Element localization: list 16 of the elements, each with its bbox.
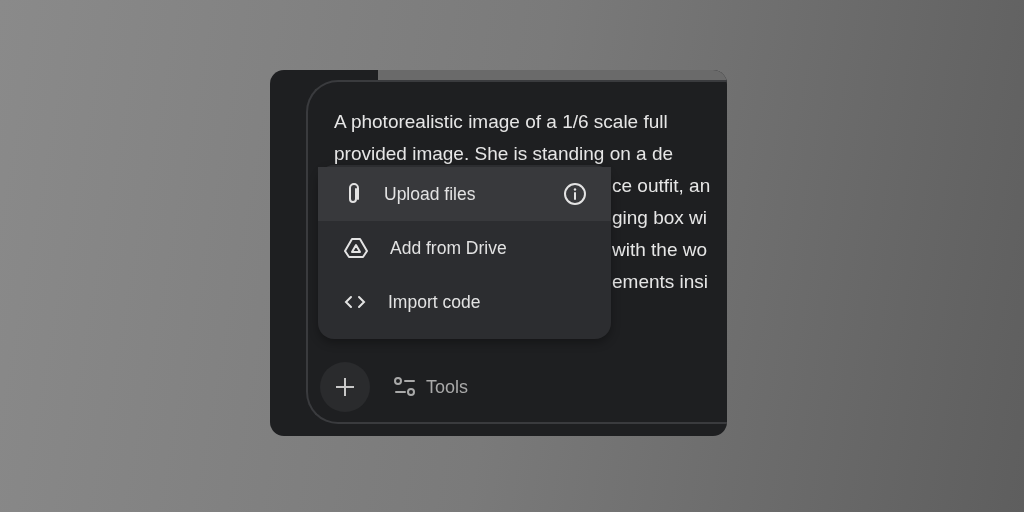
prompt-text-line: provided image. She is standing on a de (334, 142, 674, 166)
prompt-text-line: A photorealistic image of a 1/6 scale full (334, 110, 668, 134)
triangle-icon (344, 237, 368, 259)
info-icon[interactable] (563, 182, 587, 206)
prompt-text-line: with the wo (612, 238, 708, 262)
prompt-text-line: ements insi (612, 270, 709, 294)
menu-item[interactable]: Import code (318, 275, 611, 329)
code-icon (344, 295, 366, 309)
menu-item[interactable]: Add from Drive (318, 221, 611, 275)
menu-item[interactable]: Upload files (318, 167, 611, 221)
tools-button[interactable]: Tools (390, 373, 473, 401)
add-button[interactable] (320, 362, 370, 412)
prompt-text-line: ging box wi (612, 206, 708, 230)
plus-icon (335, 377, 355, 397)
prompt-text-line: ce outfit, an (612, 174, 711, 198)
sliders-icon (394, 377, 416, 397)
